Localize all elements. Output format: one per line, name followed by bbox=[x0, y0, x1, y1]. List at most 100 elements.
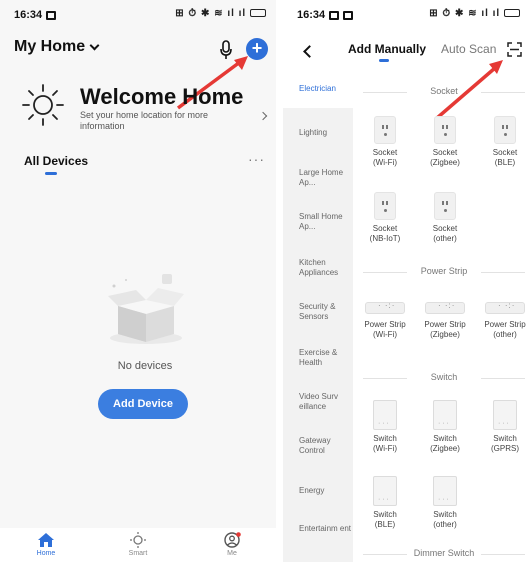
power-strip-icon bbox=[365, 301, 405, 314]
chevron-down-icon bbox=[89, 40, 100, 50]
status-bar: 16:34 ⊞ ⏱ ✱ ≋ ıl ıl bbox=[0, 0, 276, 26]
device-label-protocol: (BLE) bbox=[374, 520, 396, 529]
device-switch-wifi[interactable]: Switch (Wi-Fi) bbox=[357, 400, 413, 454]
device-power-strip-other[interactable]: Power Strip (other) bbox=[477, 296, 530, 340]
nav-smart[interactable]: Smart bbox=[118, 532, 158, 557]
chevron-right-icon bbox=[258, 111, 268, 121]
device-label: Power Strip bbox=[364, 320, 406, 329]
notification-icon bbox=[343, 10, 354, 20]
section-title-switch: Switch bbox=[363, 372, 525, 382]
status-icons: ⊞ ⏱ ✱ ≋ ıl ıl bbox=[175, 8, 266, 19]
nav-smart-label: Smart bbox=[128, 550, 148, 557]
profile-icon bbox=[224, 532, 241, 548]
device-socket-wifi[interactable]: Socket (Wi-Fi) bbox=[357, 116, 413, 168]
device-label: Switch bbox=[373, 510, 397, 519]
device-socket-nbiot[interactable]: Socket (NB-IoT) bbox=[357, 192, 413, 244]
device-label-protocol: (Wi-Fi) bbox=[373, 444, 397, 453]
device-switch-zigbee[interactable]: Switch (Zigbee) bbox=[417, 400, 473, 454]
device-label: Socket bbox=[492, 148, 518, 157]
category-electrician[interactable]: Electrician bbox=[299, 84, 353, 94]
device-power-strip-wifi[interactable]: Power Strip (Wi-Fi) bbox=[357, 296, 413, 340]
socket-icon bbox=[434, 116, 456, 144]
tab-add-manually[interactable]: Add Manually bbox=[348, 42, 426, 56]
status-time: 16:34 bbox=[14, 9, 57, 21]
status-icons-right-text: ⊞ ⏱ ✱ ≋ ıl ıl bbox=[429, 8, 501, 19]
section-title-socket: Socket bbox=[363, 86, 525, 96]
device-label: Switch bbox=[433, 510, 457, 519]
empty-box-illustration bbox=[108, 274, 184, 344]
device-power-strip-zigbee[interactable]: Power Strip (Zigbee) bbox=[417, 296, 473, 340]
notification-icon bbox=[46, 10, 57, 20]
device-label-protocol: (other) bbox=[433, 234, 457, 243]
bottom-navigation: Home Smart Me bbox=[0, 528, 276, 562]
home-screen: 16:34 ⊞ ⏱ ✱ ≋ ıl ıl My Home + Welcome Ho… bbox=[0, 0, 276, 562]
battery-icon bbox=[504, 9, 520, 18]
category-entertainment[interactable]: Entertainm ent bbox=[299, 524, 353, 534]
device-label-protocol: (GPRS) bbox=[491, 444, 519, 453]
microphone-icon[interactable] bbox=[218, 40, 234, 60]
home-icon bbox=[38, 533, 54, 547]
section-title-power-strip: Power Strip bbox=[363, 266, 525, 276]
category-exercise-health[interactable]: Exercise & Health bbox=[299, 348, 353, 368]
home-selector[interactable]: My Home bbox=[14, 38, 100, 56]
add-device-button[interactable]: Add Device bbox=[98, 389, 188, 419]
socket-icon bbox=[434, 192, 456, 220]
device-label-protocol: (Wi-Fi) bbox=[373, 158, 397, 167]
category-kitchen-appliances[interactable]: Kitchen Appliances bbox=[299, 258, 353, 278]
smart-sun-icon bbox=[130, 532, 146, 548]
nav-me[interactable]: Me bbox=[212, 532, 252, 557]
category-sidebar: Electrician Lighting Large Home Ap... Sm… bbox=[283, 74, 353, 562]
device-label-protocol: (BLE) bbox=[494, 158, 516, 167]
notification-icon bbox=[329, 10, 340, 20]
category-video-surveillance[interactable]: Video Surv eillance bbox=[299, 392, 353, 412]
status-time-right: 16:34 bbox=[297, 9, 354, 21]
category-lighting[interactable]: Lighting bbox=[299, 128, 353, 138]
welcome-title: Welcome Home bbox=[80, 84, 244, 109]
category-energy[interactable]: Energy bbox=[299, 486, 353, 496]
home-title: My Home bbox=[14, 38, 86, 55]
more-icon[interactable]: ··· bbox=[248, 151, 265, 167]
device-label: Power Strip bbox=[484, 320, 526, 329]
device-label: Socket bbox=[372, 148, 398, 157]
status-bar-right: 16:34 ⊞ ⏱ ✱ ≋ ıl ıl bbox=[283, 0, 530, 26]
device-label: Power Strip bbox=[424, 320, 466, 329]
device-switch-other[interactable]: Switch (other) bbox=[417, 476, 473, 530]
status-icons-right: ⊞ ⏱ ✱ ≋ ıl ıl bbox=[429, 8, 520, 19]
device-socket-zigbee[interactable]: Socket (Zigbee) bbox=[417, 116, 473, 168]
category-large-home-appliances[interactable]: Large Home Ap... bbox=[299, 168, 353, 188]
device-label: Switch bbox=[373, 434, 397, 443]
device-label-protocol: (Zigbee) bbox=[430, 158, 460, 167]
add-device-plus-icon[interactable]: + bbox=[246, 38, 268, 60]
device-switch-ble[interactable]: Switch (BLE) bbox=[357, 476, 413, 530]
wall-switch-icon bbox=[493, 400, 517, 430]
scan-qr-icon[interactable] bbox=[507, 42, 522, 57]
wall-switch-icon bbox=[433, 476, 457, 506]
nav-home[interactable]: Home bbox=[26, 532, 66, 557]
device-label-protocol: (Zigbee) bbox=[430, 330, 460, 339]
device-socket-ble[interactable]: Socket (BLE) bbox=[477, 116, 530, 168]
all-devices-tab[interactable]: All Devices bbox=[24, 154, 88, 168]
device-label: Socket bbox=[372, 224, 398, 233]
wall-switch-icon bbox=[373, 476, 397, 506]
category-gateway-control[interactable]: Gateway Control bbox=[299, 436, 353, 456]
power-strip-icon bbox=[485, 301, 525, 314]
tab-indicator bbox=[45, 172, 57, 175]
battery-icon bbox=[250, 9, 266, 18]
status-time-right-text: 16:34 bbox=[297, 9, 326, 21]
category-security-sensors[interactable]: Security & Sensors bbox=[299, 302, 353, 322]
device-label: Switch bbox=[433, 434, 457, 443]
socket-icon bbox=[374, 116, 396, 144]
back-arrow-icon[interactable] bbox=[303, 45, 316, 58]
device-label: Socket bbox=[432, 224, 458, 233]
device-label: Switch bbox=[493, 434, 517, 443]
add-device-screen: 16:34 ⊞ ⏱ ✱ ≋ ıl ıl Add Manually Auto Sc… bbox=[283, 0, 530, 562]
device-socket-other[interactable]: Socket (other) bbox=[417, 192, 473, 244]
device-label-protocol: (NB-IoT) bbox=[369, 234, 401, 243]
socket-icon bbox=[494, 116, 516, 144]
welcome-card[interactable]: Welcome Home Set your home location for … bbox=[20, 80, 270, 140]
tab-auto-scan[interactable]: Auto Scan bbox=[441, 42, 496, 56]
device-label-protocol: (Wi-Fi) bbox=[373, 330, 397, 339]
sun-icon bbox=[22, 84, 64, 126]
device-switch-gprs[interactable]: Switch (GPRS) bbox=[477, 400, 530, 454]
category-small-home-appliances[interactable]: Small Home Ap... bbox=[299, 212, 353, 232]
